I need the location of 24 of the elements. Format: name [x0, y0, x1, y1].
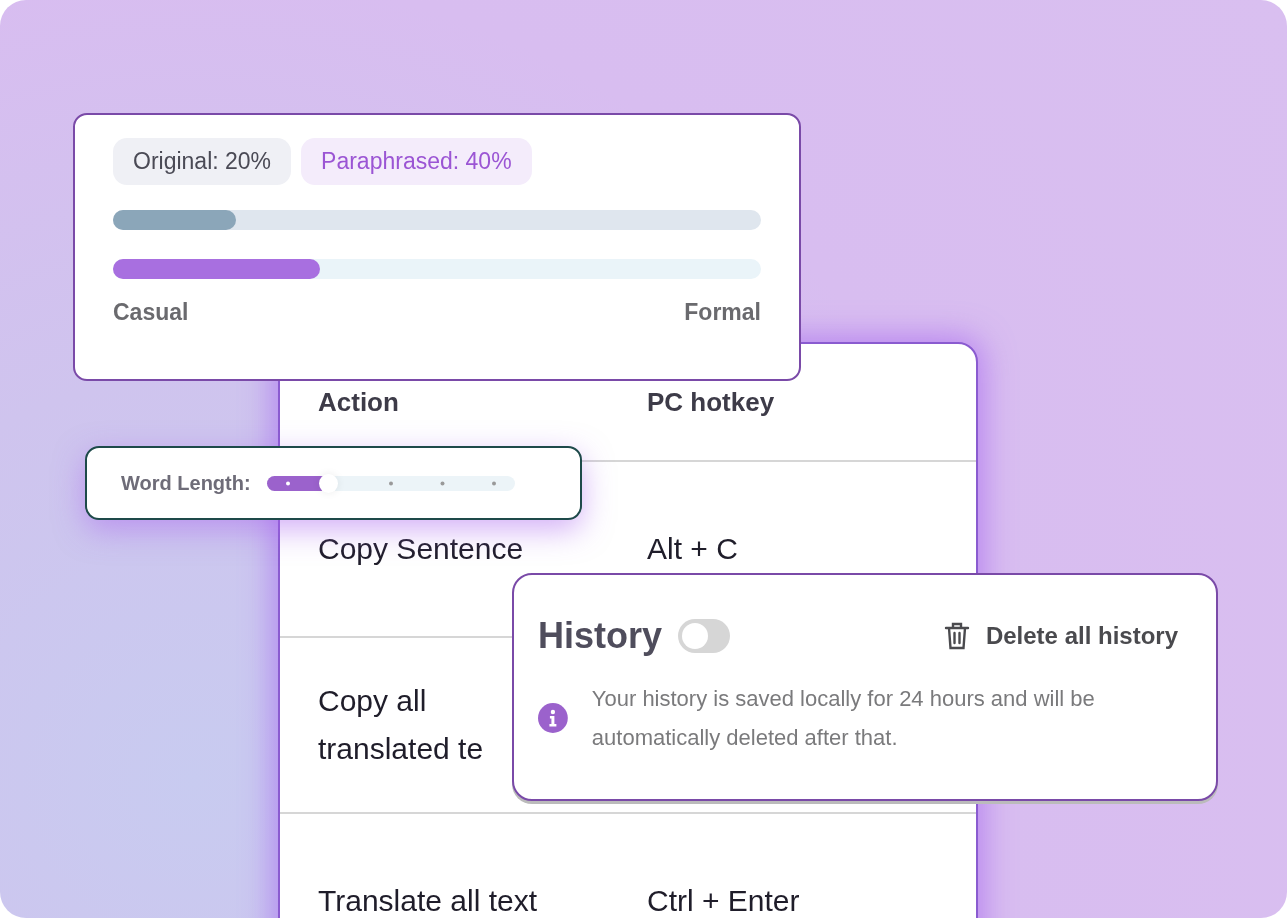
percentage-badge: Original: 20% [113, 138, 292, 185]
column-header: Action [318, 387, 400, 418]
slider-label: Word Length: [121, 471, 251, 495]
history-toggle[interactable] [678, 619, 731, 653]
history-note: Your history is saved locally for 24 hours and will be automatically deleted after that. [591, 685, 1096, 752]
scale-label: Formal [684, 299, 761, 326]
history-title: History [538, 615, 663, 657]
slider-thumb[interactable] [318, 473, 338, 493]
word-length-slider[interactable] [266, 475, 515, 491]
delete-history-button[interactable]: Delete all history [943, 621, 1178, 651]
table-cell-text: Alt + C [647, 531, 739, 567]
info-icon [538, 703, 568, 733]
table-cell-text: Ctrl + Enter [647, 883, 801, 918]
step-dot-icon [440, 481, 445, 485]
step-dot-icon [491, 481, 496, 485]
trash-icon [943, 621, 970, 651]
step-dot-icon [285, 481, 290, 485]
scale-label: Casual [113, 299, 189, 326]
table-cell-text: Copy Sentence [318, 531, 525, 567]
column-header: PC hotkey [647, 387, 776, 418]
table-cell-text: Translate all text [318, 883, 538, 918]
table-cell-text: Copy all translated te [318, 683, 485, 767]
percentage-badge: Paraphrased: 40% [301, 138, 532, 185]
step-dot-icon [388, 481, 393, 485]
